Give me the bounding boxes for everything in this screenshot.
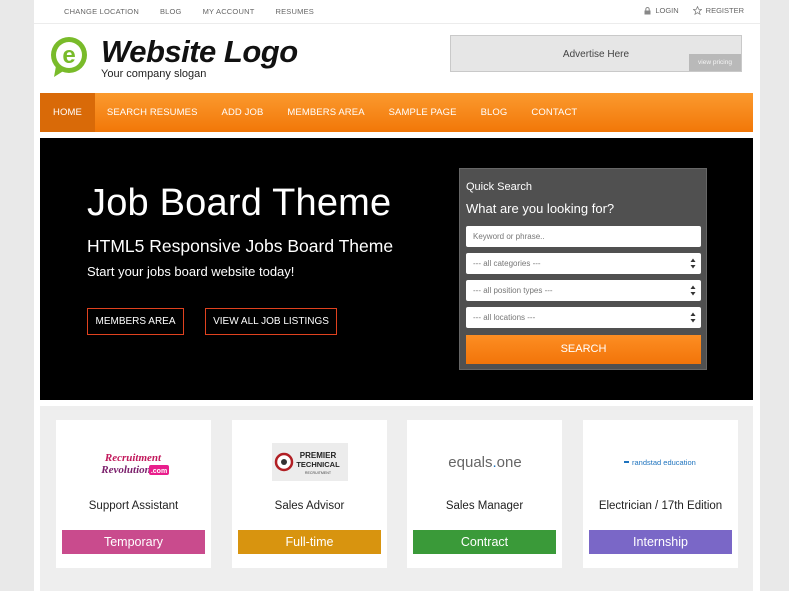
top-link-my-account[interactable]: MY ACCOUNT (203, 7, 255, 16)
logo-icon[interactable]: e (50, 36, 88, 78)
job-title: Sales Manager (445, 500, 524, 512)
advertisement-banner[interactable]: Advertise Here view pricing (450, 35, 742, 72)
job-type-badge[interactable]: Internship (589, 530, 732, 554)
quick-search-panel: Quick Search What are you looking for? K… (459, 168, 707, 370)
svg-text:equals.one: equals.one (448, 454, 521, 471)
account-links: LOGIN REGISTER (630, 6, 744, 15)
job-type-badge[interactable]: Contract (413, 530, 556, 554)
job-card[interactable]: equals.one Sales Manager Contract (407, 420, 562, 568)
select-arrows-icon (690, 312, 696, 323)
main-nav: HOME SEARCH RESUMES ADD JOB MEMBERS AREA… (40, 93, 753, 132)
logo-title[interactable]: Website Logo (101, 34, 298, 70)
svg-text:randstad education: randstad education (632, 458, 696, 467)
company-logo: Recruitment Revolution .com (56, 442, 211, 482)
login-label: LOGIN (655, 6, 679, 15)
svg-text:Revolution: Revolution (100, 464, 151, 476)
svg-text:PREMIER: PREMIER (299, 451, 336, 460)
quick-search-subtitle: What are you looking for? (466, 201, 615, 216)
register-link[interactable]: REGISTER (692, 6, 744, 15)
hero-text: Start your jobs board website today! (87, 264, 295, 279)
logo-slogan: Your company slogan (101, 68, 207, 80)
hero-subtitle: HTML5 Responsive Jobs Board Theme (87, 236, 394, 256)
view-pricing-button[interactable]: view pricing (689, 54, 741, 71)
locations-select[interactable]: --- all locations --- (466, 307, 701, 328)
members-area-button[interactable]: MEMBERS AREA (87, 308, 184, 335)
nav-sample-page[interactable]: SAMPLE PAGE (377, 93, 469, 132)
job-card[interactable]: randstad education Electrician / 17th Ed… (583, 420, 738, 568)
quick-search-title: Quick Search (466, 181, 533, 193)
position-types-select[interactable]: --- all position types --- (466, 280, 701, 301)
view-all-jobs-button[interactable]: VIEW ALL JOB LISTINGS (205, 308, 337, 335)
top-link-change-location[interactable]: CHANGE LOCATION (64, 7, 139, 16)
company-logo: randstad education (583, 442, 738, 482)
register-label: REGISTER (705, 6, 744, 15)
locations-select-value: --- all locations --- (473, 313, 536, 322)
nav-search-resumes[interactable]: SEARCH RESUMES (95, 93, 210, 132)
job-title: Support Assistant (88, 500, 179, 512)
top-link-resumes[interactable]: RESUMES (275, 7, 314, 16)
lock-icon (644, 6, 651, 14)
nav-blog[interactable]: BLOG (469, 93, 520, 132)
job-card[interactable]: PREMIER TECHNICAL RECRUITMENT Sales Advi… (232, 420, 387, 568)
job-type-badge[interactable]: Full-time (238, 530, 381, 554)
svg-text:RECRUITMENT: RECRUITMENT (304, 471, 331, 475)
nav-home[interactable]: HOME (40, 93, 95, 132)
login-link[interactable]: LOGIN (644, 6, 679, 15)
job-type-badge[interactable]: Temporary (62, 530, 205, 554)
job-card[interactable]: Recruitment Revolution .com Support Assi… (56, 420, 211, 568)
job-title: Electrician / 17th Edition (598, 500, 723, 512)
hero-banner: Job Board Theme HTML5 Responsive Jobs Bo… (40, 138, 753, 400)
svg-text:Recruitment: Recruitment (103, 452, 161, 464)
select-arrows-icon (690, 285, 696, 296)
company-logo: PREMIER TECHNICAL RECRUITMENT (232, 442, 387, 482)
top-link-blog[interactable]: BLOG (160, 7, 182, 16)
logo-letter: e (62, 42, 75, 69)
nav-members-area[interactable]: MEMBERS AREA (275, 93, 376, 132)
company-logo: equals.one (407, 442, 562, 482)
hero-title: Job Board Theme (87, 182, 392, 224)
search-button[interactable]: SEARCH (466, 335, 701, 364)
job-title: Sales Advisor (274, 500, 345, 512)
nav-add-job[interactable]: ADD JOB (210, 93, 276, 132)
keyword-input[interactable]: Keyword or phrase.. (466, 226, 701, 247)
nav-contact[interactable]: CONTACT (519, 93, 589, 132)
star-icon (692, 6, 702, 15)
position-types-select-value: --- all position types --- (473, 286, 553, 295)
categories-select-value: --- all categories --- (473, 259, 541, 268)
top-links: CHANGE LOCATION BLOG MY ACCOUNT RESUMES (64, 7, 335, 16)
svg-text:.com: .com (150, 468, 166, 475)
svg-text:TECHNICAL: TECHNICAL (296, 460, 340, 469)
select-arrows-icon (690, 258, 696, 269)
top-bar: CHANGE LOCATION BLOG MY ACCOUNT RESUMES … (34, 0, 760, 24)
categories-select[interactable]: --- all categories --- (466, 253, 701, 274)
page-container: CHANGE LOCATION BLOG MY ACCOUNT RESUMES … (34, 0, 760, 591)
